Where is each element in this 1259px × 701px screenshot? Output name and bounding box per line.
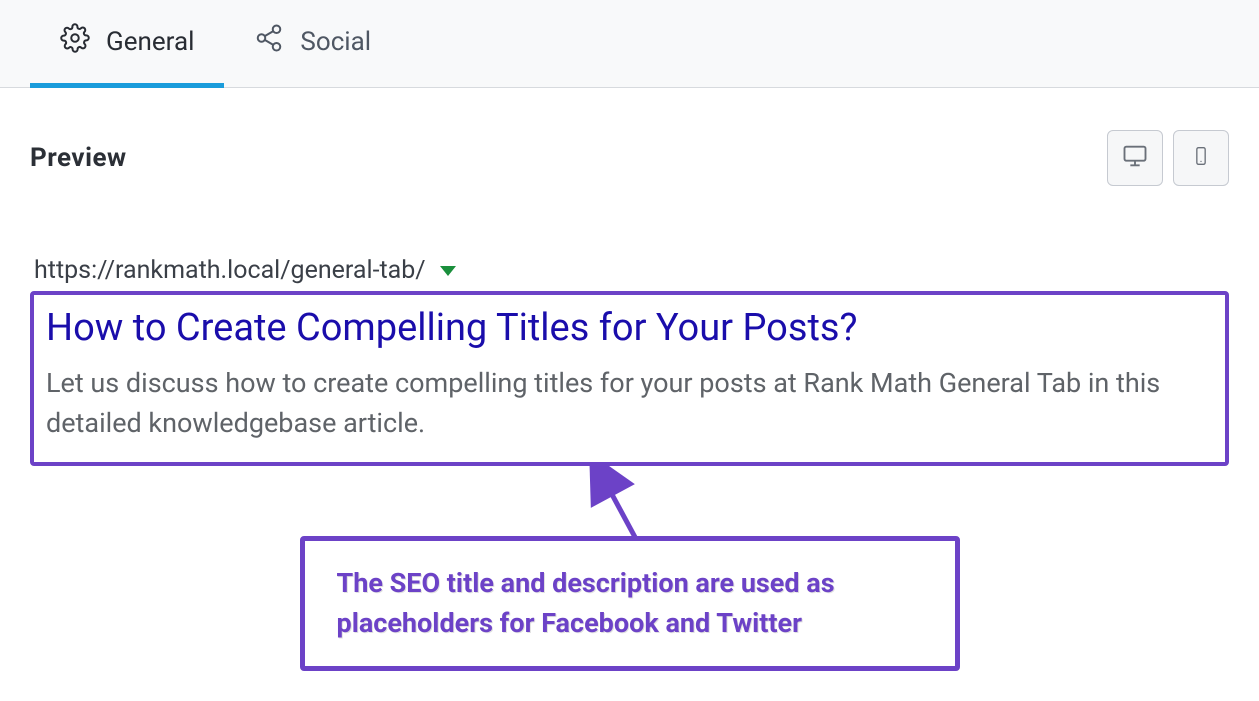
annotation-arrow-icon xyxy=(581,464,651,544)
preview-url: https://rankmath.local/general-tab/ xyxy=(34,256,426,285)
desktop-preview-button[interactable] xyxy=(1107,130,1163,186)
tab-general-label: General xyxy=(106,27,194,57)
content-area: Preview xyxy=(0,88,1259,701)
tab-bar: General Social xyxy=(0,0,1259,88)
preview-header: Preview xyxy=(30,130,1229,186)
tab-social[interactable]: Social xyxy=(224,0,401,88)
annotation-text: The SEO title and description are used a… xyxy=(337,563,923,644)
serp-preview-box: How to Create Compelling Titles for Your… xyxy=(30,291,1229,466)
tab-general[interactable]: General xyxy=(30,0,224,88)
share-icon xyxy=(254,23,284,60)
device-toggles xyxy=(1107,130,1229,186)
preview-label: Preview xyxy=(30,143,127,173)
serp-description: Let us discuss how to create compelling … xyxy=(46,363,1213,444)
annotation-callout: The SEO title and description are used a… xyxy=(30,536,1229,671)
mobile-icon xyxy=(1191,141,1211,175)
preview-url-row[interactable]: https://rankmath.local/general-tab/ xyxy=(34,256,1229,285)
tab-social-label: Social xyxy=(300,27,371,57)
desktop-icon xyxy=(1120,142,1150,174)
mobile-preview-button[interactable] xyxy=(1173,130,1229,186)
annotation-box: The SEO title and description are used a… xyxy=(300,536,960,671)
gear-icon xyxy=(60,23,90,60)
serp-title[interactable]: How to Create Compelling Titles for Your… xyxy=(46,305,1213,353)
dropdown-arrow-icon xyxy=(440,266,456,276)
